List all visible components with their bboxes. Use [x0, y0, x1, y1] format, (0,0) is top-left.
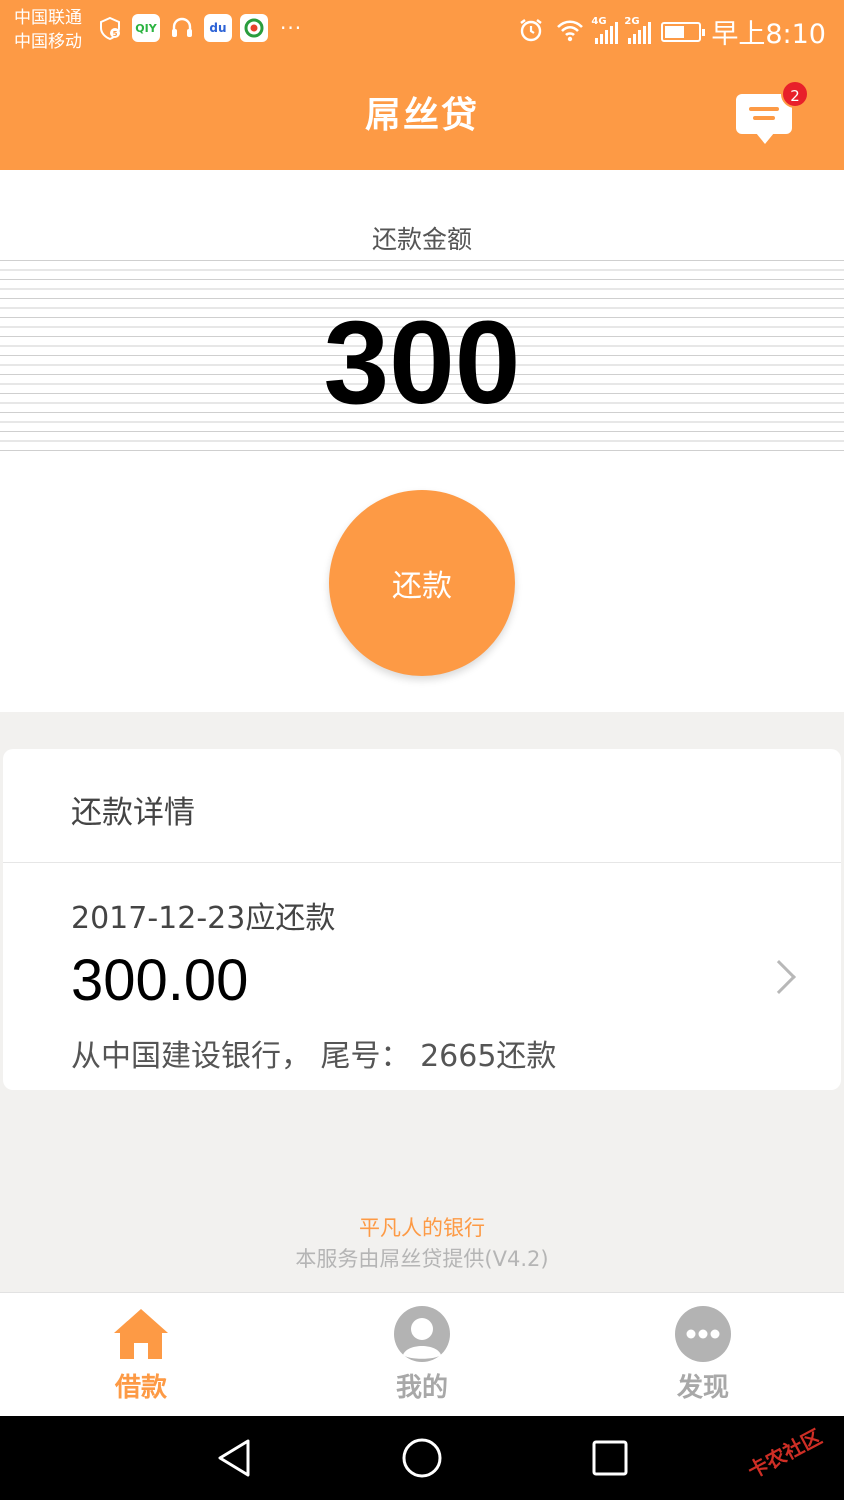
details-title: 还款详情: [71, 795, 195, 831]
system-status: 4G 2G 早上8:10: [517, 12, 826, 51]
tab-borrow[interactable]: 借款: [71, 1293, 211, 1417]
tab-mine-label: 我的: [395, 1373, 448, 1403]
browser-icon: [240, 14, 268, 42]
system-navigation-bar: 卡农社区: [0, 1416, 844, 1500]
slogan: 平凡人的银行: [359, 1216, 485, 1240]
wifi-icon: [555, 17, 585, 47]
message-count-badge: 2: [781, 80, 809, 108]
svg-text:5: 5: [113, 30, 118, 38]
message-icon-line: [749, 107, 779, 111]
repayment-detail-row[interactable]: 2017-12-23应还款 300.00 从中国建设银行， 尾号： 2665还款: [3, 863, 841, 1090]
bottom-tab-bar: 借款 我的 发现: [0, 1292, 844, 1416]
chevron-right-icon: [762, 960, 796, 994]
clock: 早上8:10: [711, 19, 826, 50]
back-icon[interactable]: [212, 1436, 256, 1480]
baidu-icon: du: [204, 14, 232, 42]
repayment-details-card: 还款详情 2017-12-23应还款 300.00 从中国建设银行， 尾号： 2…: [3, 749, 841, 1090]
baidu-logo-text: du: [209, 21, 227, 35]
network-type-2g: 2G: [624, 15, 640, 27]
iqiyi-logo-text: QIY: [135, 21, 157, 35]
page-title: 屌丝贷: [364, 95, 479, 136]
headset-icon: [168, 14, 196, 42]
payment-source: 从中国建设银行， 尾号： 2665还款: [71, 1039, 557, 1074]
user-icon: [394, 1306, 450, 1362]
battery-icon: [661, 21, 706, 42]
notification-icons: 5 QIY du ···: [96, 14, 302, 42]
carrier-unicom: 中国联通: [14, 8, 82, 28]
signal-4g-icon: 4G: [591, 16, 619, 44]
tab-discover[interactable]: 发现: [633, 1293, 773, 1417]
tab-discover-label: 发现: [676, 1373, 729, 1403]
battery-level: [665, 25, 685, 38]
home-icon: [114, 1309, 168, 1359]
recents-icon[interactable]: [588, 1436, 632, 1480]
app-header: 中国联通 中国移动 5 QIY du ··· 4G 2G 早上8:10 屌丝贷 …: [0, 0, 844, 170]
more-icon: [675, 1306, 731, 1362]
due-date: 2017-12-23应还款: [71, 901, 336, 936]
repay-button-label: 还款: [392, 569, 452, 604]
watermark: 卡农社区: [743, 1424, 826, 1484]
message-icon-line: [753, 116, 775, 120]
carrier-mobile: 中国移动: [14, 32, 82, 52]
carrier-info: 中国联通 中国移动: [14, 6, 82, 54]
more-notifications: ···: [280, 16, 303, 40]
repay-button[interactable]: 还款: [329, 490, 515, 676]
shield-icon: 5: [96, 14, 124, 42]
tab-borrow-label: 借款: [114, 1373, 167, 1403]
repayment-amount-section: 还款金额 300 还款: [0, 170, 844, 712]
repayment-amount-value: 300: [323, 297, 521, 429]
repayment-amount-label: 还款金额: [371, 225, 472, 254]
alarm-icon: [517, 16, 545, 48]
iqiyi-icon: QIY: [132, 14, 160, 42]
signal-2g-icon: 2G: [624, 16, 652, 44]
provider-info: 本服务由屌丝贷提供(V4.2): [295, 1247, 549, 1271]
network-type-4g: 4G: [591, 15, 607, 27]
home-circle-icon[interactable]: [400, 1436, 444, 1480]
tab-mine[interactable]: 我的: [352, 1293, 492, 1417]
due-amount: 300.00: [71, 948, 249, 1013]
